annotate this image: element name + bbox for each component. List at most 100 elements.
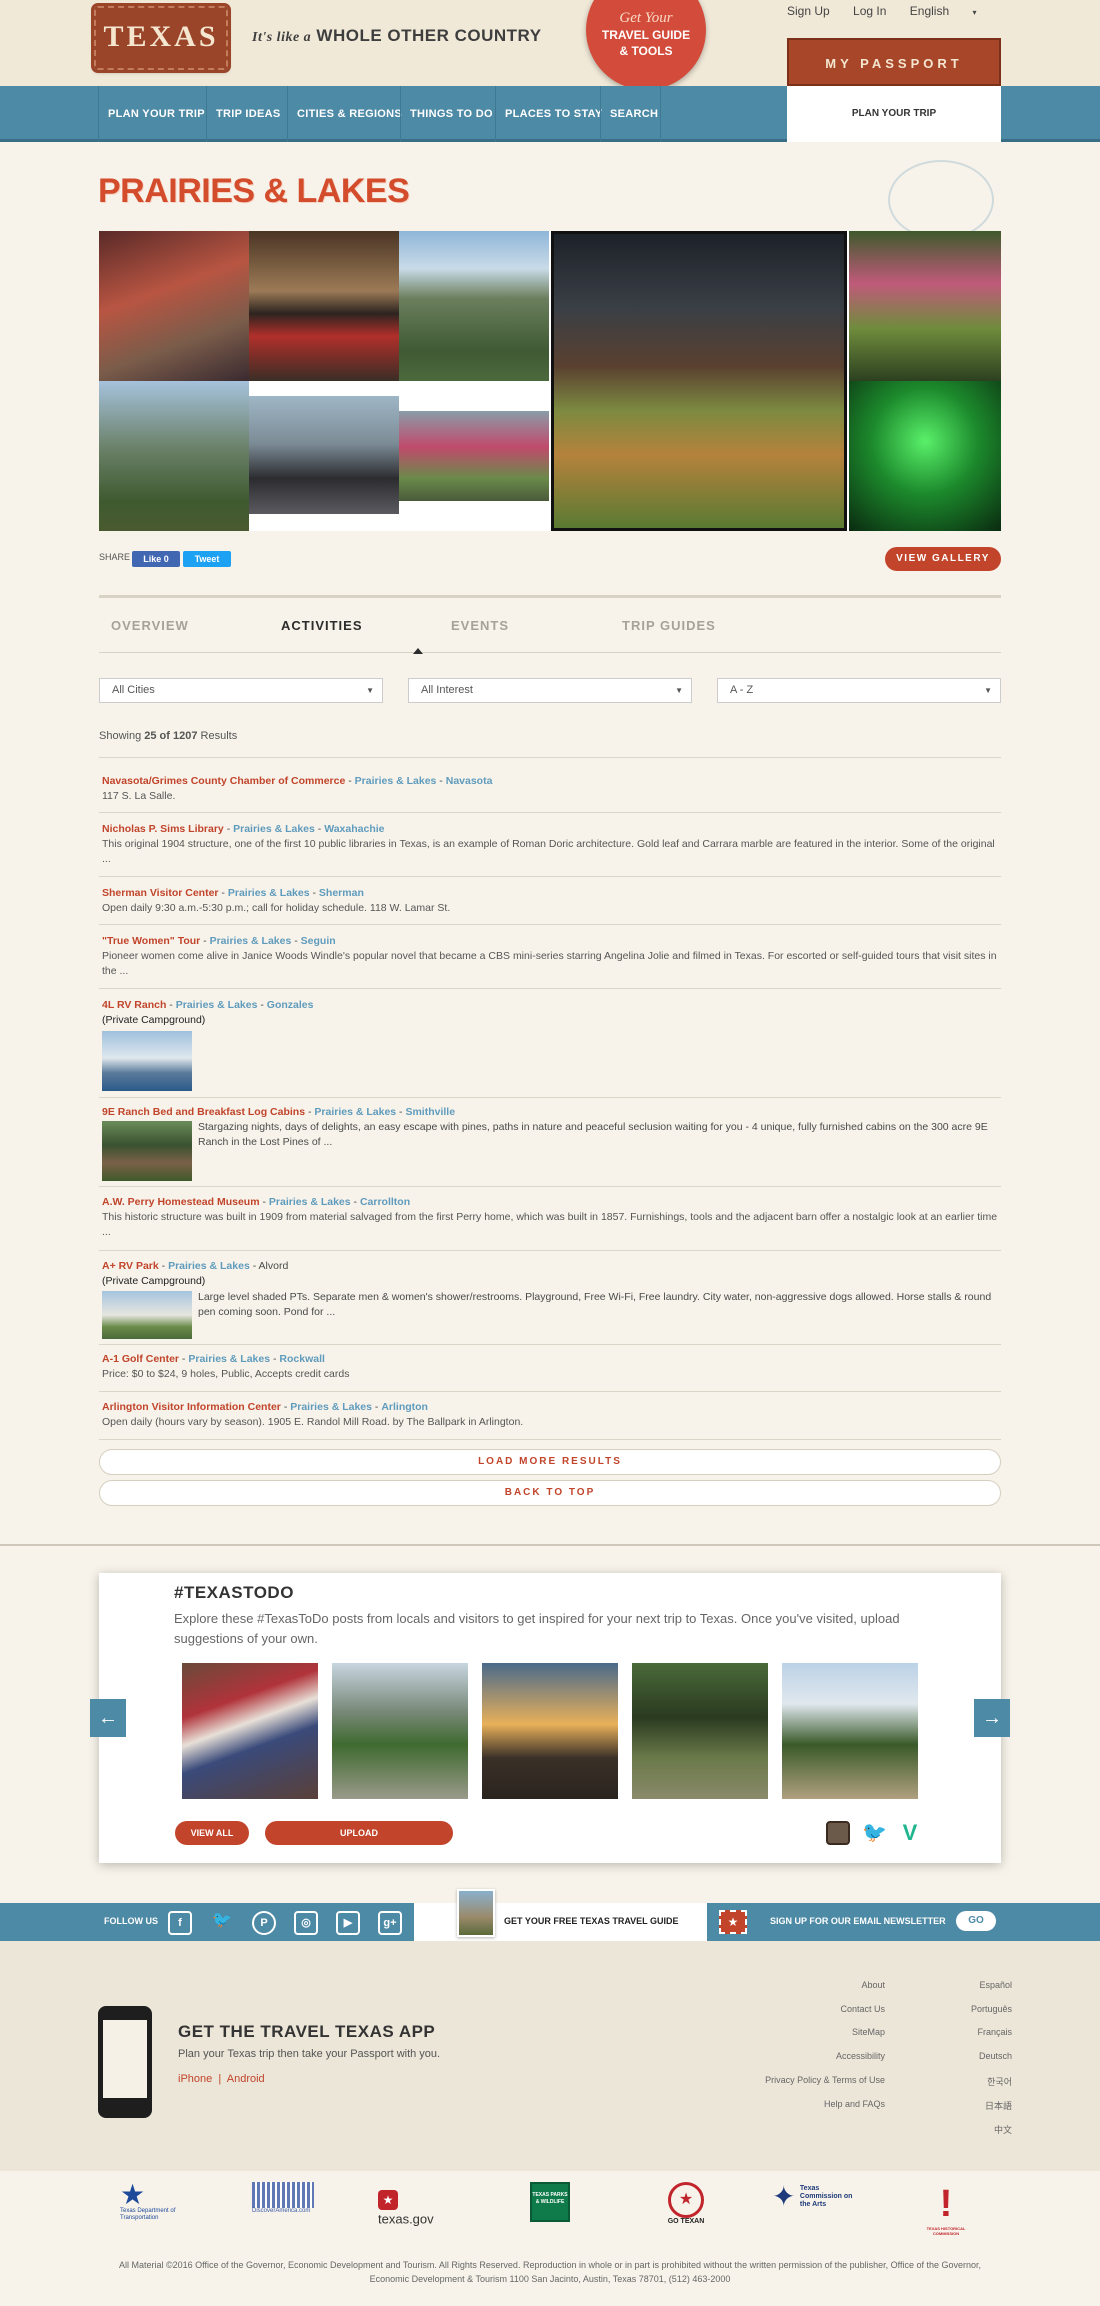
result-title-link[interactable]: A+ RV Park bbox=[102, 1260, 159, 1272]
result-title-link[interactable]: "True Women" Tour bbox=[102, 935, 200, 947]
google-plus-icon[interactable]: g+ bbox=[378, 1911, 402, 1935]
nav-plan-your-trip[interactable]: PLAN YOUR TRIP bbox=[108, 86, 205, 142]
log-in-link[interactable]: Log In bbox=[853, 4, 886, 18]
result-region-link[interactable]: Prairies & Lakes bbox=[233, 823, 315, 835]
result-title-link[interactable]: A-1 Golf Center bbox=[102, 1353, 179, 1365]
sign-up-link[interactable]: Sign Up bbox=[787, 4, 830, 18]
iphone-link[interactable]: iPhone bbox=[178, 2073, 212, 2085]
todo-photo-flag[interactable] bbox=[182, 1663, 318, 1799]
result-city-link[interactable]: Waxahachie bbox=[324, 823, 384, 835]
lang-japanese[interactable]: 日本語 bbox=[985, 2099, 1012, 2112]
footer-link-sitemap[interactable]: SiteMap bbox=[852, 2027, 885, 2037]
texas-historical-commission-logo[interactable]: ! TEXAS HISTORICAL COMMISSION bbox=[918, 2182, 974, 2246]
result-region-link[interactable]: Prairies & Lakes bbox=[290, 1401, 372, 1413]
result-city-link[interactable]: Gonzales bbox=[267, 999, 314, 1011]
gallery-photo-couple[interactable] bbox=[249, 396, 399, 514]
nav-search[interactable]: SEARCH bbox=[610, 86, 658, 142]
gallery-photo-trees[interactable] bbox=[99, 381, 249, 531]
result-region-link[interactable]: Prairies & Lakes bbox=[188, 1353, 270, 1365]
facebook-icon[interactable]: f bbox=[168, 1911, 192, 1935]
tab-activities[interactable]: ACTIVITIES bbox=[281, 618, 363, 633]
tab-events[interactable]: EVENTS bbox=[451, 618, 509, 633]
travel-guide-promo[interactable]: GET YOUR FREE TEXAS TRAVEL GUIDE bbox=[414, 1889, 707, 1941]
todo-photo-sunset[interactable] bbox=[482, 1663, 618, 1799]
vine-icon[interactable]: V bbox=[898, 1821, 922, 1845]
instagram-icon[interactable] bbox=[826, 1821, 850, 1845]
gallery-photo-concert[interactable] bbox=[849, 381, 1001, 531]
gallery-photo-stadium[interactable] bbox=[551, 231, 847, 531]
texas-gov-logo[interactable]: ★ texas.gov bbox=[378, 2190, 458, 2234]
android-link[interactable]: Android bbox=[227, 2073, 265, 2085]
result-thumbnail[interactable] bbox=[102, 1121, 192, 1181]
lang-espanol[interactable]: Español bbox=[979, 1980, 1012, 1990]
gallery-photo-pink-tree[interactable] bbox=[399, 411, 549, 501]
result-title-link[interactable]: Arlington Visitor Information Center bbox=[102, 1401, 281, 1413]
sort-filter[interactable]: A - Z ▼ bbox=[717, 678, 1001, 703]
twitter-icon[interactable]: 🐦 bbox=[862, 1821, 887, 1845]
footer-link-about[interactable]: About bbox=[861, 1980, 885, 1990]
result-region-link[interactable]: Prairies & Lakes bbox=[176, 999, 258, 1011]
gallery-photo-presidents[interactable] bbox=[99, 231, 249, 381]
interest-filter[interactable]: All Interest ▼ bbox=[408, 678, 692, 703]
lang-korean[interactable]: 한국어 bbox=[987, 2075, 1012, 2088]
footer-link-help[interactable]: Help and FAQs bbox=[824, 2099, 885, 2109]
result-city-link[interactable]: Smithville bbox=[405, 1106, 455, 1118]
nav-cities-regions[interactable]: CITIES & REGIONS bbox=[297, 86, 402, 142]
result-title-link[interactable]: Navasota/Grimes County Chamber of Commer… bbox=[102, 775, 345, 787]
gallery-photo-tulips[interactable] bbox=[849, 231, 1001, 381]
back-to-top-button[interactable]: BACK TO TOP bbox=[99, 1480, 1001, 1506]
arrow-right-icon[interactable]: → bbox=[974, 1699, 1010, 1737]
result-title-link[interactable]: Sherman Visitor Center bbox=[102, 887, 219, 899]
nav-trip-ideas[interactable]: TRIP IDEAS bbox=[216, 86, 281, 142]
result-title-link[interactable]: 9E Ranch Bed and Breakfast Log Cabins bbox=[102, 1106, 305, 1118]
lang-portugues[interactable]: Português bbox=[971, 2004, 1012, 2014]
result-title-link[interactable]: A.W. Perry Homestead Museum bbox=[102, 1196, 260, 1208]
result-region-link[interactable]: Prairies & Lakes bbox=[228, 887, 310, 899]
result-region-link[interactable]: Prairies & Lakes bbox=[168, 1260, 250, 1272]
twitter-icon[interactable]: 🐦 bbox=[210, 1911, 234, 1935]
pinterest-icon[interactable]: P bbox=[252, 1911, 276, 1935]
result-thumbnail[interactable] bbox=[102, 1291, 192, 1339]
youtube-icon[interactable]: ▶ bbox=[336, 1911, 360, 1935]
discover-america-logo[interactable]: DiscoverAmerica.com bbox=[252, 2182, 318, 2226]
result-city-link[interactable]: Arlington bbox=[381, 1401, 428, 1413]
todo-photo-oaks[interactable] bbox=[632, 1663, 768, 1799]
result-city-link[interactable]: Sherman bbox=[319, 887, 364, 899]
view-all-button[interactable]: VIEW ALL bbox=[175, 1821, 249, 1845]
arrow-left-icon[interactable]: ← bbox=[90, 1699, 126, 1737]
footer-link-accessibility[interactable]: Accessibility bbox=[836, 2051, 885, 2061]
load-more-button[interactable]: LOAD MORE RESULTS bbox=[99, 1449, 1001, 1475]
my-passport-button[interactable]: MY PASSPORT bbox=[787, 38, 1001, 86]
photo-gallery[interactable] bbox=[99, 231, 1001, 531]
texas-logo[interactable]: TEXAS bbox=[91, 3, 231, 73]
tab-overview[interactable]: OVERVIEW bbox=[111, 618, 189, 633]
instagram-icon[interactable]: ◎ bbox=[294, 1911, 318, 1935]
upload-button[interactable]: UPLOAD bbox=[265, 1821, 453, 1845]
view-gallery-button[interactable]: VIEW GALLERY bbox=[885, 547, 1001, 571]
result-title-link[interactable]: 4L RV Ranch bbox=[102, 999, 166, 1011]
newsletter-go-button[interactable]: GO bbox=[956, 1911, 996, 1931]
nav-places-to-stay[interactable]: PLACES TO STAY bbox=[505, 86, 603, 142]
gallery-photo-bridge[interactable] bbox=[399, 231, 549, 381]
todo-photo-path[interactable] bbox=[782, 1663, 918, 1799]
go-texan-logo[interactable]: ★ GO TEXAN bbox=[662, 2182, 710, 2226]
cities-filter[interactable]: All Cities ▼ bbox=[99, 678, 383, 703]
result-region-link[interactable]: Prairies & Lakes bbox=[210, 935, 292, 947]
txdot-logo[interactable]: ★ Texas Department of Transportation bbox=[120, 2181, 186, 2226]
footer-link-privacy[interactable]: Privacy Policy & Terms of Use bbox=[765, 2075, 885, 2085]
plan-your-trip-tab[interactable]: PLAN YOUR TRIP bbox=[787, 86, 1001, 142]
footer-link-contact[interactable]: Contact Us bbox=[840, 2004, 885, 2014]
nav-things-to-do[interactable]: THINGS TO DO bbox=[410, 86, 493, 142]
lang-deutsch[interactable]: Deutsch bbox=[979, 2051, 1012, 2061]
result-city-link[interactable]: Rockwall bbox=[279, 1353, 325, 1365]
gallery-photo-airplane[interactable] bbox=[249, 231, 399, 381]
tab-trip-guides[interactable]: TRIP GUIDES bbox=[622, 618, 716, 633]
result-title-link[interactable]: Nicholas P. Sims Library bbox=[102, 823, 224, 835]
texas-arts-commission-logo[interactable]: ✦ Texas Commission on the Arts bbox=[772, 2182, 862, 2226]
language-select[interactable]: English ▾ bbox=[910, 4, 997, 18]
result-region-link[interactable]: Prairies & Lakes bbox=[269, 1196, 351, 1208]
result-region-link[interactable]: Prairies & Lakes bbox=[314, 1106, 396, 1118]
lang-chinese[interactable]: 中文 bbox=[994, 2123, 1012, 2136]
tpwd-logo[interactable]: TEXAS PARKS & WILDLIFE bbox=[530, 2182, 570, 2222]
facebook-like-button[interactable]: Like 0 bbox=[132, 551, 180, 567]
